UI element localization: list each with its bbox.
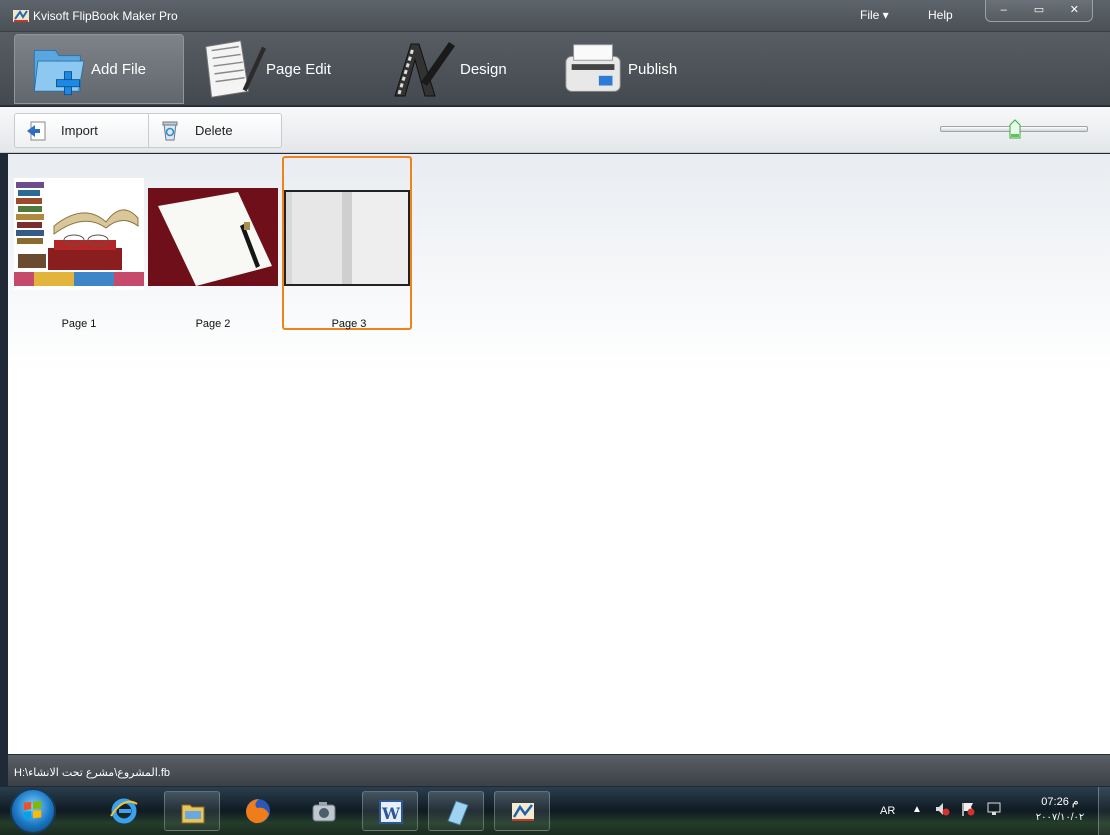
- help-menu[interactable]: Help: [928, 8, 953, 22]
- camera-icon: [312, 802, 336, 822]
- tab-page-edit-label: Page Edit: [266, 60, 332, 78]
- title-bar: Kvisoft FlipBook Maker Pro File ▾ Help –…: [0, 0, 1110, 32]
- maximize-button[interactable]: ▭: [1021, 0, 1056, 21]
- project-path: H:\المشروع\مشرع تحت الانشاء.fb: [14, 767, 171, 779]
- page-2-caption: Page 2: [195, 318, 231, 330]
- tab-publish[interactable]: Publish: [560, 34, 700, 104]
- page-thumbnail-2[interactable]: Page 2: [148, 156, 278, 330]
- taskbar-word[interactable]: W: [362, 791, 418, 831]
- network-icon[interactable]: [986, 801, 1002, 817]
- tab-design-label: Design: [460, 60, 507, 78]
- taskbar-firefox[interactable]: [230, 791, 286, 831]
- taskbar-file-explorer[interactable]: [164, 791, 220, 831]
- ribbon: Add File Page Edit Design Publish: [0, 32, 1110, 106]
- import-label: Import: [61, 123, 98, 138]
- page-3-caption: Page 3: [331, 318, 367, 330]
- clock-date[interactable]: ٢٠٠٧/١٠/٠٢: [1030, 812, 1090, 823]
- add-file-icon: [33, 49, 85, 96]
- windows-logo-icon: [23, 800, 42, 820]
- flipbook-icon: [512, 803, 534, 821]
- minimize-button[interactable]: –: [986, 0, 1021, 21]
- window-controls: – ▭ ✕: [985, 0, 1093, 22]
- delete-label: Delete: [195, 123, 233, 138]
- page-thumbnails-panel: Page 1 Page 2 Page 3: [8, 154, 1110, 754]
- tab-publish-label: Publish: [628, 60, 678, 78]
- taskbar-internet-explorer[interactable]: [96, 791, 152, 831]
- volume-muted-icon[interactable]: [934, 801, 950, 817]
- file-actions-group: Import Delete: [14, 113, 282, 148]
- taskbar-app[interactable]: [428, 791, 484, 831]
- tab-add-file-label: Add File: [91, 60, 147, 78]
- window-title: Kvisoft FlipBook Maker Pro: [33, 9, 178, 23]
- publish-icon: [565, 44, 621, 92]
- page-edit-icon: [205, 40, 266, 98]
- start-button[interactable]: [10, 788, 56, 834]
- zoom-slider-thumb[interactable]: [1009, 119, 1021, 139]
- word-icon: W: [379, 800, 403, 824]
- import-button[interactable]: Import: [15, 114, 149, 147]
- clock-time[interactable]: 07:26 م: [1030, 795, 1090, 808]
- file-menu[interactable]: File ▾: [860, 8, 889, 22]
- taskbar-camera-app[interactable]: [296, 791, 352, 831]
- action-center-flag-icon[interactable]: [960, 801, 976, 817]
- firefox-icon: [246, 799, 270, 824]
- design-icon: [394, 42, 455, 97]
- page-thumbnail-3[interactable]: Page 3: [282, 156, 412, 330]
- internet-explorer-icon: [110, 798, 138, 824]
- page-3-image: [284, 190, 410, 286]
- page-thumbnail-1[interactable]: Page 1: [14, 156, 144, 330]
- file-explorer-icon: [181, 804, 205, 824]
- delete-button[interactable]: Delete: [149, 114, 281, 147]
- tab-page-edit[interactable]: Page Edit: [198, 34, 358, 104]
- page-1-image: [14, 178, 144, 290]
- windows-taskbar: W AR ▲ 07:26 م ٢٠٠٧/١٠/٠٢: [0, 787, 1110, 835]
- page-1-caption: Page 1: [61, 318, 97, 330]
- app-logo-icon: [13, 10, 29, 22]
- import-icon: [27, 121, 46, 140]
- show-hidden-icons-button[interactable]: ▲: [912, 804, 922, 815]
- page-2-image: [148, 188, 278, 286]
- status-bar: H:\المشروع\مشرع تحت الانشاء.fb: [8, 754, 1110, 786]
- tab-design[interactable]: Design: [380, 34, 530, 104]
- show-desktop-button[interactable]: [1098, 787, 1110, 835]
- close-button[interactable]: ✕: [1057, 0, 1092, 21]
- app-icon: [447, 800, 469, 826]
- taskbar-flipbook[interactable]: [494, 791, 550, 831]
- tab-add-file[interactable]: Add File: [14, 34, 184, 104]
- input-language[interactable]: AR: [880, 805, 895, 817]
- recycle-bin-icon: [162, 121, 178, 140]
- svg-text:W: W: [381, 804, 401, 823]
